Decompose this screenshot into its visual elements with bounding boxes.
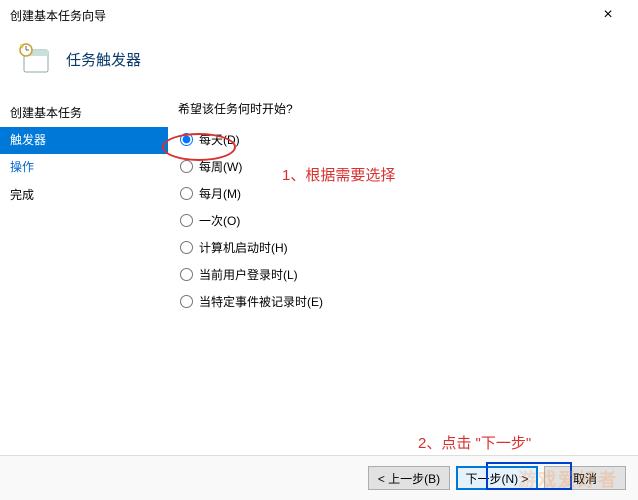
radio-event[interactable]: 当特定事件被记录时(E) (180, 293, 628, 310)
trigger-prompt: 希望该任务何时开始? (178, 100, 628, 117)
back-button[interactable]: < 上一步(B) (368, 466, 450, 490)
radio-monthly-input[interactable] (180, 187, 193, 200)
wizard-step-title: 任务触发器 (66, 49, 141, 70)
wizard-footer: < 上一步(B) 下一步(N) > 取消 (0, 455, 638, 500)
sidebar-item-finish[interactable]: 完成 (0, 182, 168, 209)
wizard-header: 任务触发器 (0, 30, 638, 94)
radio-once[interactable]: 一次(O) (180, 212, 628, 229)
radio-weekly[interactable]: 每周(W) (180, 158, 628, 175)
radio-monthly[interactable]: 每月(M) (180, 185, 628, 202)
radio-event-input[interactable] (180, 295, 193, 308)
cancel-button[interactable]: 取消 (544, 466, 626, 490)
close-icon[interactable]: × (588, 6, 628, 24)
radio-weekly-label: 每周(W) (199, 158, 242, 175)
titlebar: 创建基本任务向导 × (0, 0, 638, 30)
radio-daily-label: 每天(D) (199, 131, 240, 148)
radio-once-label: 一次(O) (199, 212, 240, 229)
sidebar-item-action[interactable]: 操作 (0, 154, 168, 181)
radio-daily[interactable]: 每天(D) (180, 131, 628, 148)
radio-once-input[interactable] (180, 214, 193, 227)
scheduler-icon (18, 42, 52, 76)
radio-daily-input[interactable] (180, 133, 193, 146)
radio-startup-label: 计算机启动时(H) (199, 239, 288, 256)
radio-startup-input[interactable] (180, 241, 193, 254)
sidebar-item-trigger[interactable]: 触发器 (0, 127, 168, 154)
window-title: 创建基本任务向导 (10, 7, 106, 24)
trigger-radio-group: 每天(D) 每周(W) 每月(M) 一次(O) 计算机启动时(H) 当前用户登录… (178, 131, 628, 310)
radio-logon-label: 当前用户登录时(L) (199, 266, 298, 283)
wizard-main: 希望该任务何时开始? 每天(D) 每周(W) 每月(M) 一次(O) 计算机启动… (168, 94, 638, 454)
radio-weekly-input[interactable] (180, 160, 193, 173)
radio-event-label: 当特定事件被记录时(E) (199, 293, 323, 310)
radio-logon[interactable]: 当前用户登录时(L) (180, 266, 628, 283)
radio-logon-input[interactable] (180, 268, 193, 281)
wizard-body: 创建基本任务 触发器 操作 完成 希望该任务何时开始? 每天(D) 每周(W) … (0, 94, 638, 454)
radio-monthly-label: 每月(M) (199, 185, 241, 202)
next-button[interactable]: 下一步(N) > (456, 466, 538, 490)
wizard-sidebar: 创建基本任务 触发器 操作 完成 (0, 94, 168, 454)
sidebar-item-create-task[interactable]: 创建基本任务 (0, 100, 168, 127)
radio-startup[interactable]: 计算机启动时(H) (180, 239, 628, 256)
